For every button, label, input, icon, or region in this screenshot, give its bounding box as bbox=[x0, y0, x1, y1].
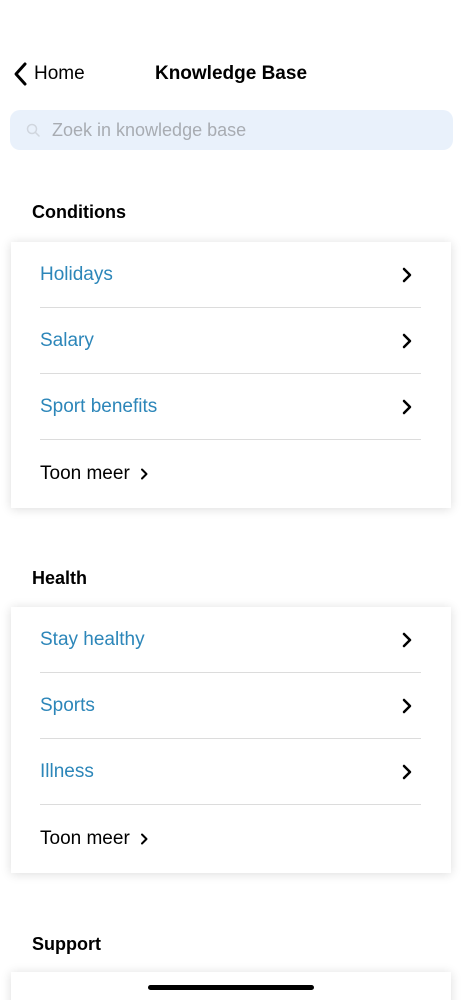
list-item-salary[interactable]: Salary bbox=[40, 308, 421, 374]
chevron-right-icon bbox=[402, 698, 412, 713]
list-item-label: Sport benefits bbox=[40, 395, 158, 417]
list-item-label: Illness bbox=[40, 760, 94, 782]
page-title: Knowledge Base bbox=[154, 63, 308, 84]
knowledge-base-screen: Home Knowledge Base Conditions Holidays … bbox=[0, 0, 462, 1000]
list-item-label: Salary bbox=[40, 329, 94, 351]
show-more-health-link[interactable]: Toon meer bbox=[40, 805, 421, 873]
chevron-right-icon bbox=[140, 468, 148, 480]
chevron-right-icon bbox=[402, 632, 412, 647]
search-box[interactable] bbox=[10, 110, 453, 150]
home-indicator[interactable] bbox=[148, 985, 314, 990]
list-item-sport-benefits[interactable]: Sport benefits bbox=[40, 374, 421, 440]
search-input[interactable] bbox=[52, 119, 432, 141]
show-more-label: Toon meer bbox=[40, 463, 130, 484]
chevron-right-icon bbox=[402, 764, 412, 779]
section-card-conditions: Holidays Salary Sport benefits Toon meer bbox=[11, 242, 451, 508]
chevron-right-icon bbox=[402, 333, 412, 348]
list-item-sports[interactable]: Sports bbox=[40, 673, 421, 739]
chevron-right-icon bbox=[402, 267, 412, 282]
list-item-illness[interactable]: Illness bbox=[40, 739, 421, 805]
list-item-holidays[interactable]: Holidays bbox=[40, 242, 421, 308]
list-item-label: Sports bbox=[40, 694, 95, 716]
section-title-support: Support bbox=[32, 934, 101, 954]
search-icon bbox=[26, 123, 40, 137]
list-item-stay-healthy[interactable]: Stay healthy bbox=[40, 607, 421, 673]
show-more-conditions-link[interactable]: Toon meer bbox=[40, 440, 421, 508]
show-more-label: Toon meer bbox=[40, 828, 130, 849]
section-title-conditions: Conditions bbox=[32, 202, 126, 222]
section-card-health: Stay healthy Sports Illness Toon meer bbox=[11, 607, 451, 873]
chevron-right-icon bbox=[140, 833, 148, 845]
list-item-label: Holidays bbox=[40, 263, 113, 285]
section-title-health: Health bbox=[32, 568, 88, 588]
chevron-right-icon bbox=[402, 399, 412, 414]
nav-bar: Home Knowledge Base bbox=[0, 56, 462, 92]
list-item-label: Stay healthy bbox=[40, 628, 145, 650]
